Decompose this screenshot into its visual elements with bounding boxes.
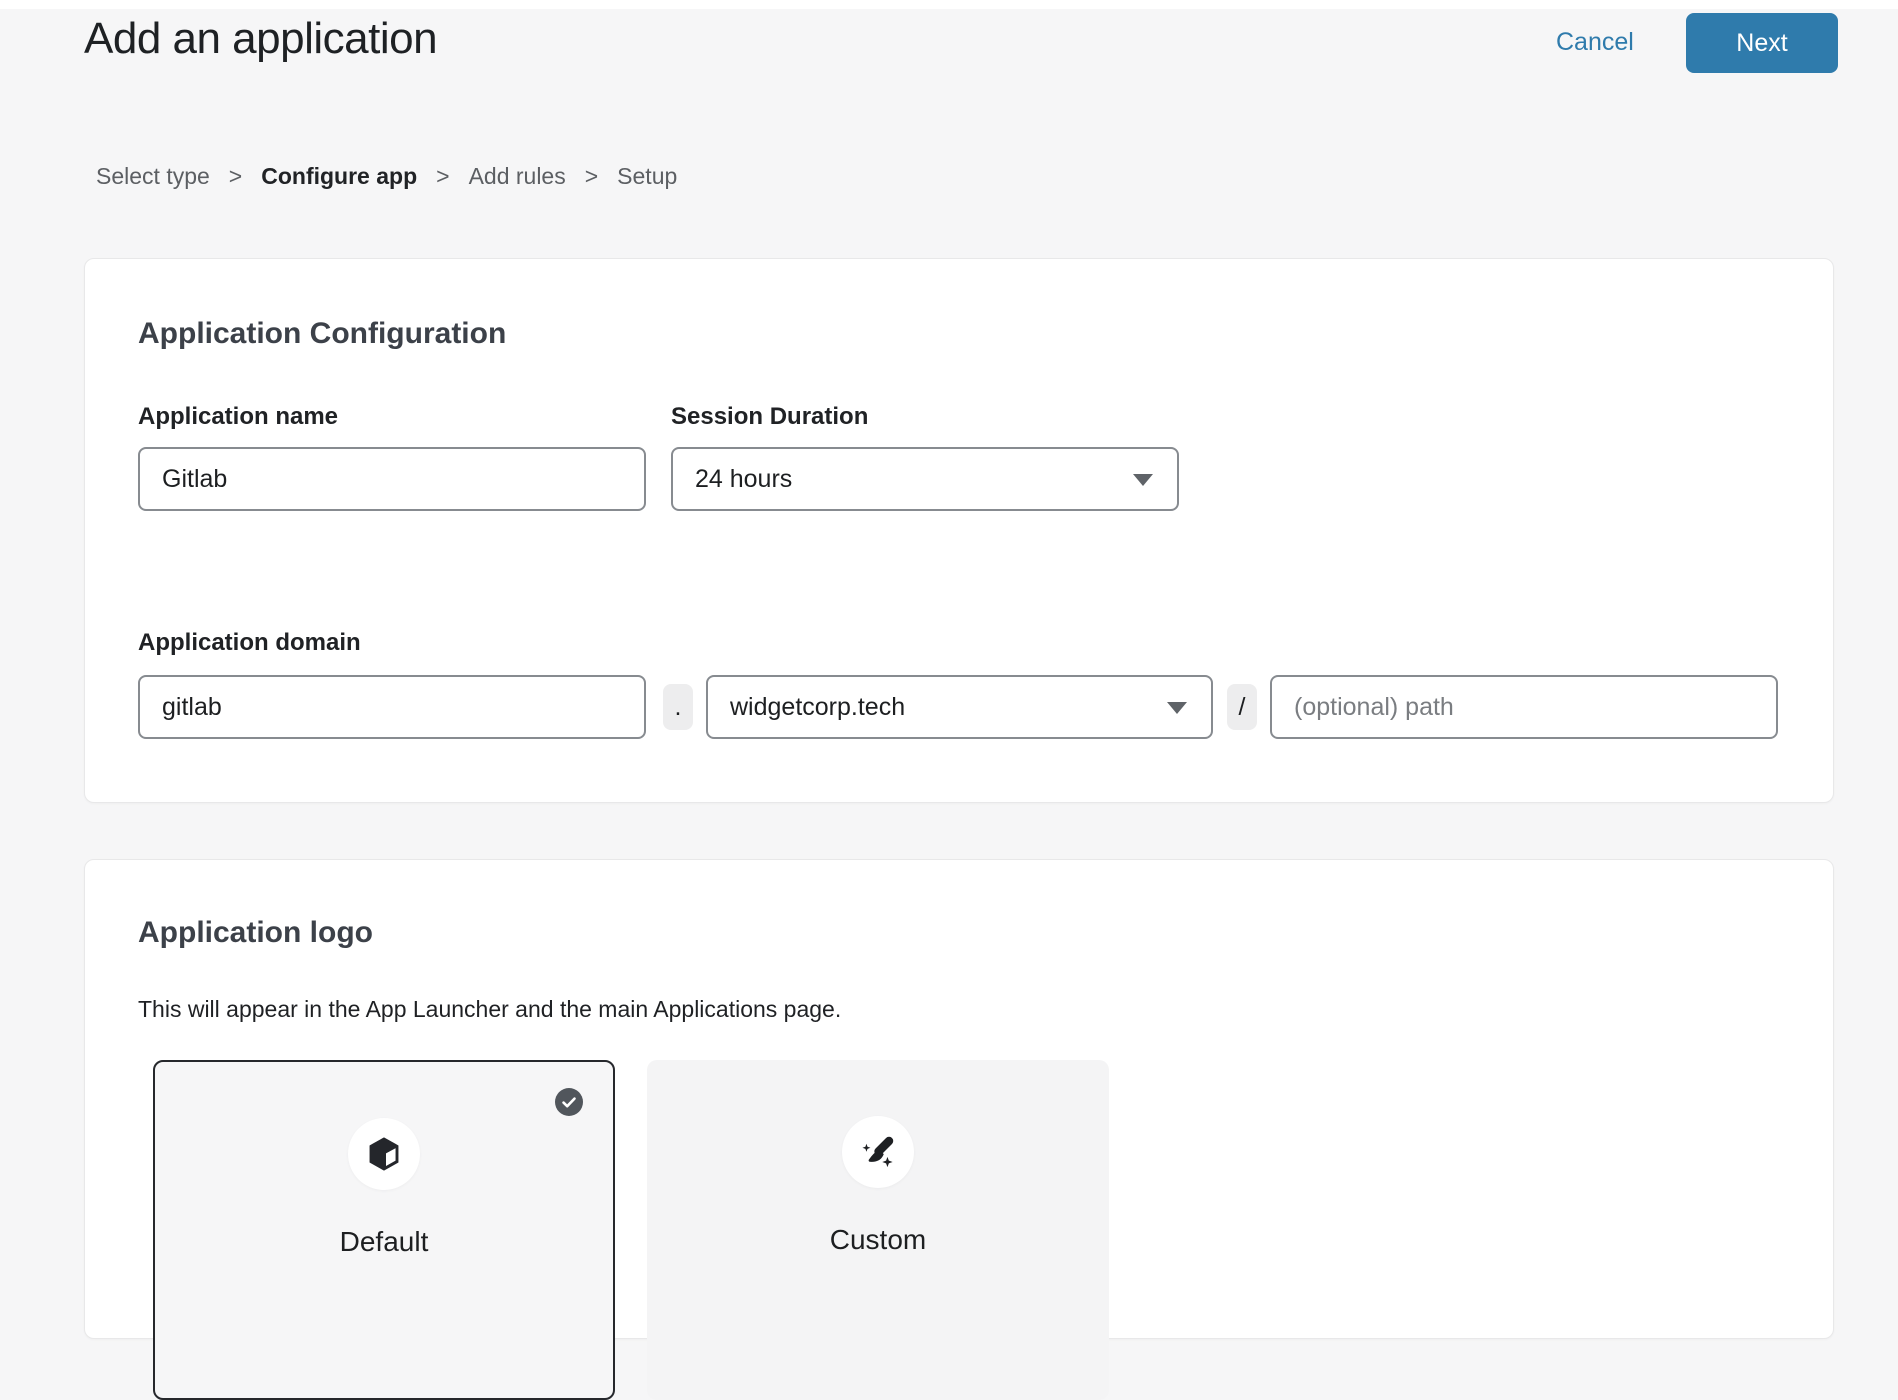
default-logo-circle [348,1118,420,1190]
slash-separator: / [1227,684,1257,730]
breadcrumb-step-select-type[interactable]: Select type [96,163,210,190]
session-duration-label: Session Duration [671,403,868,431]
breadcrumb-step-add-rules[interactable]: Add rules [469,163,566,190]
page-title: Add an application [84,14,437,64]
chevron-down-icon [1133,474,1153,486]
breadcrumb-step-setup[interactable]: Setup [617,163,677,190]
next-button[interactable]: Next [1686,13,1838,73]
breadcrumb-separator: > [585,163,598,190]
logo-option-label: Custom [647,1224,1109,1256]
logo-option-default[interactable]: Default [153,1060,615,1400]
path-input[interactable] [1270,675,1778,739]
logo-option-custom[interactable]: Custom [647,1060,1109,1400]
session-duration-select[interactable]: 24 hours [671,447,1179,511]
session-duration-value: 24 hours [695,465,792,494]
application-name-input[interactable] [138,447,646,511]
dot-separator: . [663,684,693,730]
domain-select-value: widgetcorp.tech [730,693,905,722]
breadcrumb-separator: > [229,163,242,190]
domain-select[interactable]: widgetcorp.tech [706,675,1213,739]
custom-logo-circle [842,1116,914,1188]
application-configuration-heading: Application Configuration [138,317,506,351]
cancel-button[interactable]: Cancel [1556,28,1634,57]
application-logo-heading: Application logo [138,916,373,950]
paintbrush-icon [857,1131,899,1173]
breadcrumb-separator: > [436,163,449,190]
application-logo-card: Application logo This will appear in the… [84,859,1834,1339]
logo-options: Default Custom [153,1060,1109,1400]
top-divider [0,0,1898,9]
logo-option-label: Default [155,1226,613,1258]
application-configuration-card: Application Configuration Application na… [84,258,1834,803]
subdomain-input[interactable] [138,675,646,739]
application-logo-description: This will appear in the App Launcher and… [138,996,841,1023]
application-name-label: Application name [138,403,338,431]
chevron-down-icon [1167,702,1187,714]
breadcrumb: Select type > Configure app > Add rules … [96,163,677,190]
application-domain-label: Application domain [138,629,361,657]
selected-check-icon [555,1088,583,1116]
cube-icon [364,1134,404,1174]
breadcrumb-step-configure-app[interactable]: Configure app [261,163,417,190]
